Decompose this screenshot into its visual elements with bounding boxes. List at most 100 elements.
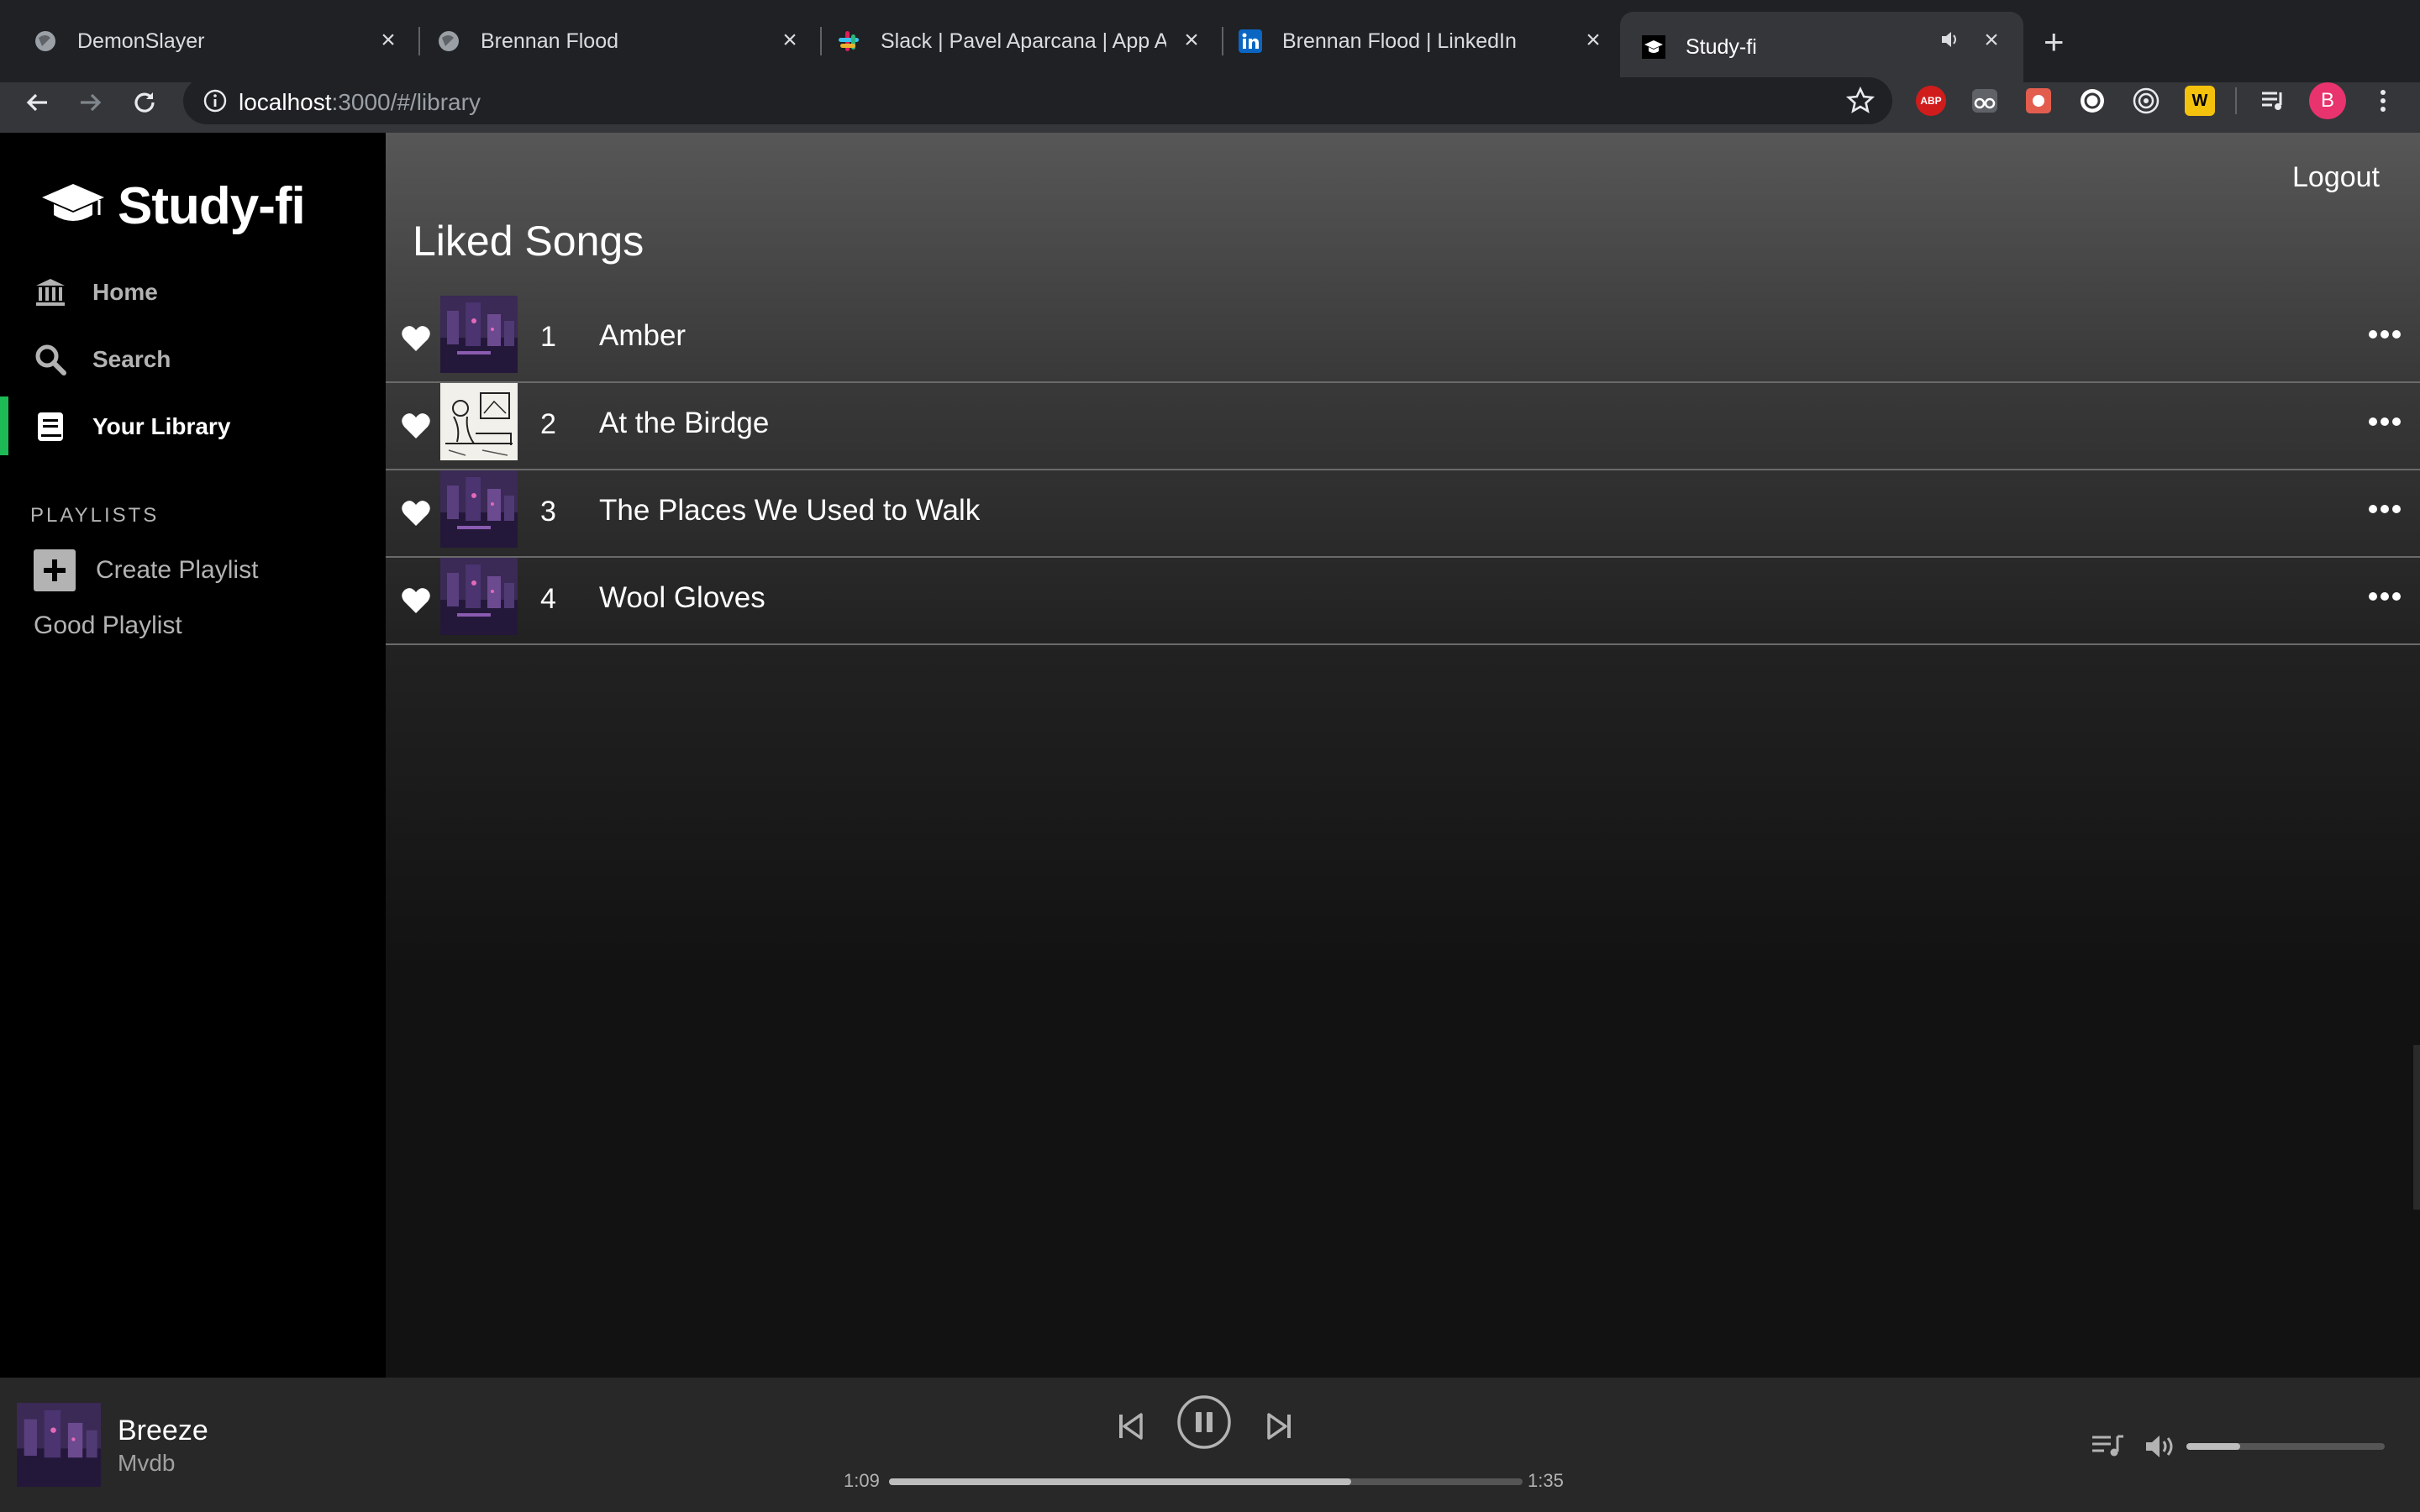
- more-options-icon[interactable]: [2368, 415, 2402, 428]
- song-row[interactable]: 2 At the Birdge: [386, 383, 2420, 470]
- w-extension-icon[interactable]: W: [2185, 86, 2215, 116]
- close-tab-icon[interactable]: ×: [776, 27, 803, 54]
- album-art: [440, 383, 518, 460]
- browser-menu-icon[interactable]: [2368, 86, 2398, 116]
- target-extension-icon[interactable]: [2131, 86, 2161, 116]
- now-playing-title[interactable]: Breeze: [118, 1415, 208, 1447]
- graduation-cap-icon: [40, 181, 106, 232]
- glasses-extension-icon[interactable]: [1970, 86, 2000, 116]
- total-duration: 1:35: [1528, 1470, 1564, 1491]
- more-options-icon[interactable]: [2368, 590, 2402, 603]
- tab-title: Brennan Flood: [481, 29, 619, 53]
- track-title[interactable]: The Places We Used to Walk: [599, 494, 980, 528]
- song-list: 1 Amber 2 At the Birdge 3 The Places We …: [386, 296, 2420, 645]
- song-row[interactable]: 1 Amber: [386, 296, 2420, 383]
- url-path: :3000/#/library: [331, 89, 481, 115]
- sidebar-item-home[interactable]: Home: [34, 272, 158, 312]
- elapsed-time: 1:09: [844, 1470, 880, 1491]
- next-track-button[interactable]: [1264, 1411, 1294, 1446]
- volume-button[interactable]: [2144, 1433, 2178, 1464]
- browser-tab-active[interactable]: Study-fi ×: [1620, 12, 2023, 82]
- page-title: Liked Songs: [413, 218, 644, 265]
- browser-tab[interactable]: Brennan Flood ×: [420, 12, 822, 71]
- profile-avatar[interactable]: B: [2309, 82, 2346, 119]
- close-tab-icon[interactable]: ×: [1580, 27, 1607, 54]
- progress-fill: [889, 1478, 1352, 1485]
- tab-title: Slack | Pavel Aparcana | App Ac: [881, 29, 1166, 53]
- more-options-icon[interactable]: [2368, 502, 2402, 516]
- previous-track-button[interactable]: [1116, 1411, 1146, 1446]
- track-number: 2: [540, 408, 556, 440]
- site-info-icon[interactable]: [202, 87, 229, 114]
- heart-icon[interactable]: [401, 499, 431, 528]
- album-art: [440, 470, 518, 548]
- tab-title: DemonSlayer: [77, 29, 205, 53]
- close-tab-icon[interactable]: ×: [375, 27, 402, 54]
- browser-tab[interactable]: DemonSlayer ×: [0, 12, 420, 71]
- playlist-item[interactable]: Good Playlist: [34, 612, 182, 640]
- browser-tab[interactable]: Slack | Pavel Aparcana | App Ac ×: [822, 12, 1223, 71]
- bookmark-star-icon[interactable]: [1845, 86, 1876, 116]
- sidebar-item-your-library[interactable]: Your Library: [34, 407, 230, 447]
- timer-extension-icon[interactable]: [2077, 86, 2107, 116]
- search-icon: [34, 343, 67, 376]
- library-icon: [34, 410, 67, 444]
- forward-icon[interactable]: [72, 84, 109, 121]
- adblock-extension-icon[interactable]: ABP: [1916, 86, 1946, 116]
- puzzle-extension-icon[interactable]: [2023, 86, 2054, 116]
- track-number: 3: [540, 496, 556, 528]
- queue-icon: [2091, 1433, 2124, 1462]
- toolbar-divider: [2235, 87, 2237, 114]
- album-art: [440, 296, 518, 373]
- address-bar[interactable]: localhost:3000/#/library: [183, 77, 1892, 124]
- linkedin-icon: [1239, 29, 1262, 53]
- plus-icon: [34, 549, 76, 591]
- reload-icon[interactable]: [126, 84, 163, 121]
- browser-tab[interactable]: Brennan Flood | LinkedIn ×: [1223, 12, 1625, 71]
- globe-icon: [34, 29, 57, 53]
- track-title[interactable]: At the Birdge: [599, 407, 769, 440]
- now-playing-art: [17, 1403, 101, 1487]
- skip-back-icon: [1116, 1411, 1146, 1446]
- new-tab-icon[interactable]: +: [2044, 24, 2065, 60]
- queue-button[interactable]: [2091, 1433, 2124, 1462]
- slack-icon: [837, 29, 860, 53]
- pause-button[interactable]: [1176, 1394, 1232, 1454]
- skip-forward-icon: [1264, 1411, 1294, 1446]
- graduation-cap-icon: [1642, 35, 1665, 59]
- progress-bar[interactable]: [889, 1478, 1523, 1485]
- speaker-icon[interactable]: [1939, 29, 1961, 55]
- track-title[interactable]: Wool Gloves: [599, 581, 765, 615]
- main-content: Logout Liked Songs 1 Amber 2 At the Bird…: [386, 133, 2420, 1378]
- sidebar-item-label: Home: [92, 279, 158, 305]
- volume-slider[interactable]: [2186, 1443, 2385, 1450]
- more-options-icon[interactable]: [2368, 328, 2402, 341]
- heart-icon[interactable]: [401, 324, 431, 353]
- album-art: [440, 558, 518, 635]
- logout-button[interactable]: Logout: [2292, 161, 2380, 194]
- url-host: localhost: [239, 89, 332, 115]
- now-playing-artist[interactable]: Mvdb: [118, 1450, 175, 1477]
- sidebar-item-search[interactable]: Search: [34, 339, 171, 380]
- sidebar-item-label: Search: [92, 346, 171, 372]
- globe-icon: [437, 29, 460, 53]
- playlists-heading: PLAYLISTS: [30, 504, 160, 527]
- heart-icon[interactable]: [401, 586, 431, 615]
- song-row[interactable]: 4 Wool Gloves: [386, 558, 2420, 645]
- song-row[interactable]: 3 The Places We Used to Walk: [386, 470, 2420, 558]
- browser-tab-strip: DemonSlayer × Brennan Flood × Slack | Pa…: [0, 0, 2420, 82]
- track-title[interactable]: Amber: [599, 319, 686, 353]
- pause-icon: [1176, 1394, 1232, 1454]
- back-icon[interactable]: [18, 84, 55, 121]
- close-tab-icon[interactable]: ×: [1978, 27, 2005, 54]
- app-logo[interactable]: Study-fi: [40, 176, 306, 236]
- scrollbar-thumb[interactable]: [2413, 1045, 2420, 1210]
- create-playlist-button[interactable]: Create Playlist: [34, 549, 258, 591]
- heart-icon[interactable]: [401, 412, 431, 440]
- volume-icon: [2144, 1433, 2178, 1464]
- active-nav-indicator: [0, 396, 8, 455]
- close-tab-icon[interactable]: ×: [1178, 27, 1205, 54]
- sidebar-item-label: Your Library: [92, 413, 231, 439]
- track-number: 4: [540, 583, 556, 615]
- media-queue-icon[interactable]: [2259, 86, 2289, 116]
